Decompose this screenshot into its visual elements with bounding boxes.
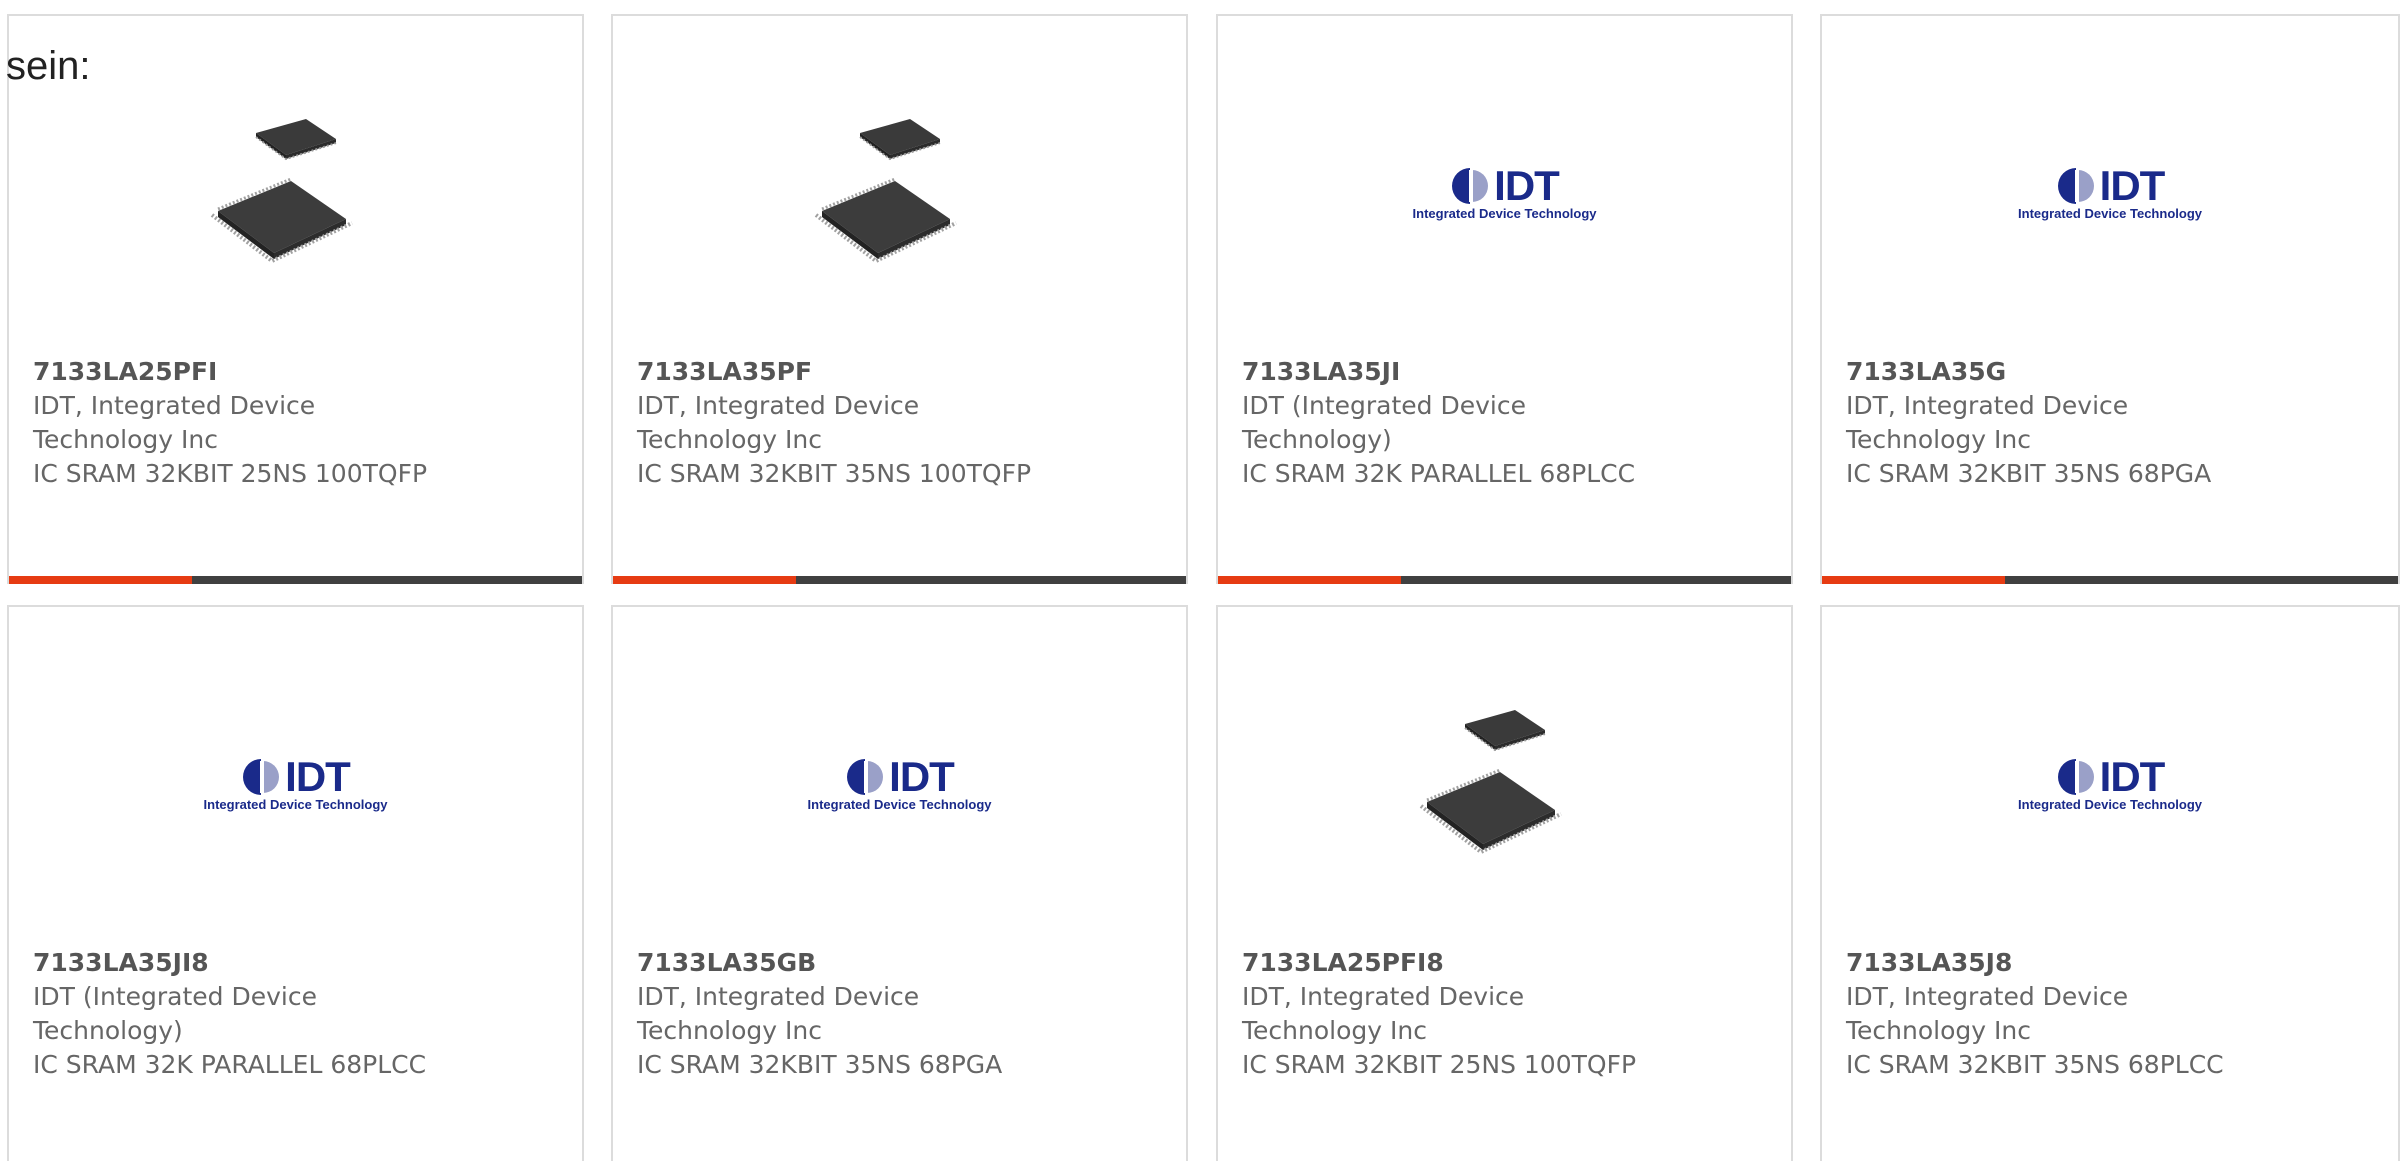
product-info: 7133LA35PF IDT, Integrated Device Techno… (637, 355, 1166, 491)
part-number[interactable]: 7133LA35JI8 (33, 946, 562, 980)
chip-photo-icon (1404, 682, 1605, 882)
card-accent-bar (1218, 576, 1401, 584)
card-footer-bar (9, 576, 582, 584)
manufacturer: IDT, Integrated Device Technology Inc (637, 391, 920, 454)
product-info: 7133LA35JI8 IDT (Integrated Device Techn… (33, 946, 562, 1082)
product-card[interactable]: 7133LA35PF IDT, Integrated Device Techno… (611, 14, 1188, 584)
product-image[interactable]: IDT Integrated Device Technology (9, 662, 582, 902)
chip-photo-icon (195, 91, 396, 291)
product-image[interactable] (1218, 662, 1791, 902)
intro-text: sein: (6, 44, 91, 88)
product-image[interactable]: IDT Integrated Device Technology (613, 662, 1186, 902)
part-number[interactable]: 7133LA35J8 (1846, 946, 2378, 980)
product-image[interactable]: IDT Integrated Device Technology (1218, 71, 1791, 311)
part-number[interactable]: 7133LA35G (1846, 355, 2378, 389)
part-number[interactable]: 7133LA35JI (1242, 355, 1771, 389)
description: IC SRAM 32KBIT 25NS 100TQFP (33, 459, 428, 488)
description: IC SRAM 32K PARALLEL 68PLCC (1242, 459, 1636, 488)
product-image[interactable]: IDT Integrated Device Technology (1822, 662, 2398, 902)
description: IC SRAM 32KBIT 35NS 68PGA (637, 1050, 1003, 1079)
card-accent-bar (1822, 576, 2005, 584)
manufacturer: IDT, Integrated Device Technology Inc (637, 982, 920, 1045)
idt-logo-word: IDT (285, 752, 351, 800)
product-card[interactable]: IDT Integrated Device Technology 7133LA3… (1216, 14, 1793, 584)
part-number[interactable]: 7133LA35PF (637, 355, 1166, 389)
card-accent-bar (613, 576, 796, 584)
product-info: 7133LA25PFI IDT, Integrated Device Techn… (33, 355, 562, 491)
idt-logo-word: IDT (889, 752, 955, 800)
description: IC SRAM 32KBIT 35NS 68PGA (1846, 459, 2212, 488)
card-footer-bar (613, 576, 1186, 584)
idt-logo-word: IDT (1494, 161, 1560, 209)
product-info: 7133LA35G IDT, Integrated Device Technol… (1846, 355, 2378, 491)
idt-logo: IDT Integrated Device Technology (204, 753, 388, 812)
idt-logo: IDT Integrated Device Technology (2018, 162, 2202, 221)
product-info: 7133LA25PFI8 IDT, Integrated Device Tech… (1242, 946, 1771, 1082)
idt-logo: IDT Integrated Device Technology (1413, 162, 1597, 221)
product-card[interactable]: IDT Integrated Device Technology 7133LA3… (611, 605, 1188, 1161)
idt-logo-mark-icon (2057, 167, 2094, 204)
idt-logo: IDT Integrated Device Technology (2018, 753, 2202, 812)
chip-photo-icon (799, 91, 1000, 291)
product-card[interactable]: 7133LA25PFI IDT, Integrated Device Techn… (7, 14, 584, 584)
part-number[interactable]: 7133LA25PFI8 (1242, 946, 1771, 980)
idt-logo-tagline: Integrated Device Technology (807, 796, 992, 812)
part-number[interactable]: 7133LA25PFI (33, 355, 562, 389)
idt-logo-word: IDT (2099, 752, 2166, 800)
product-info: 7133LA35J8 IDT, Integrated Device Techno… (1846, 946, 2378, 1082)
description: IC SRAM 32KBIT 35NS 68PLCC (1846, 1050, 2224, 1079)
idt-logo-mark-icon (847, 758, 884, 795)
idt-logo-tagline: Integrated Device Technology (203, 796, 388, 812)
product-card[interactable]: IDT Integrated Device Technology 7133LA3… (1820, 605, 2400, 1161)
product-card[interactable]: 7133LA25PFI8 IDT, Integrated Device Tech… (1216, 605, 1793, 1161)
idt-logo-tagline: Integrated Device Technology (2018, 205, 2202, 221)
description: IC SRAM 32KBIT 25NS 100TQFP (1242, 1050, 1637, 1079)
card-footer-bar (1822, 576, 2398, 584)
description: IC SRAM 32KBIT 35NS 100TQFP (637, 459, 1032, 488)
product-card[interactable]: IDT Integrated Device Technology 7133LA3… (1820, 14, 2400, 584)
product-image[interactable]: IDT Integrated Device Technology (1822, 71, 2398, 311)
product-info: 7133LA35JI IDT (Integrated Device Techno… (1242, 355, 1771, 491)
idt-logo-mark-icon (1452, 167, 1489, 204)
product-info: 7133LA35GB IDT, Integrated Device Techno… (637, 946, 1166, 1082)
manufacturer: IDT, Integrated Device Technology Inc (33, 391, 316, 454)
card-footer-bar (1218, 576, 1791, 584)
idt-logo-mark-icon (243, 758, 280, 795)
idt-logo-word: IDT (2099, 161, 2166, 209)
manufacturer: IDT, Integrated Device Technology Inc (1846, 982, 2129, 1045)
manufacturer: IDT (Integrated Device Technology) (33, 982, 317, 1045)
card-accent-bar (9, 576, 192, 584)
product-grid-page: sein: 7133LA25PFI IDT, Integrated Device… (0, 0, 2400, 1161)
idt-logo-mark-icon (2057, 758, 2094, 795)
idt-logo-tagline: Integrated Device Technology (1412, 205, 1597, 221)
manufacturer: IDT (Integrated Device Technology) (1242, 391, 1526, 454)
product-image[interactable] (9, 71, 582, 311)
manufacturer: IDT, Integrated Device Technology Inc (1242, 982, 1525, 1045)
description: IC SRAM 32K PARALLEL 68PLCC (33, 1050, 427, 1079)
idt-logo: IDT Integrated Device Technology (808, 753, 992, 812)
idt-logo-tagline: Integrated Device Technology (2018, 796, 2202, 812)
part-number[interactable]: 7133LA35GB (637, 946, 1166, 980)
manufacturer: IDT, Integrated Device Technology Inc (1846, 391, 2129, 454)
product-card[interactable]: IDT Integrated Device Technology 7133LA3… (7, 605, 584, 1161)
product-image[interactable] (613, 71, 1186, 311)
